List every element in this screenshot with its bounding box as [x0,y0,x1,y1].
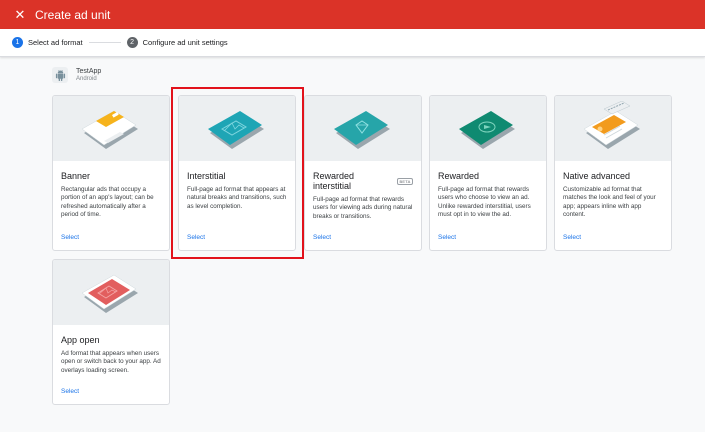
stepper: 1 Select ad format 2 Configure ad unit s… [0,29,705,57]
rewarded-interstitial-illustration [305,96,421,161]
step-connector [88,42,121,43]
app-platform: Android [76,76,97,82]
format-description: Rectangular ads that occupy a portion of… [61,186,154,219]
select-rewarded-interstitial-link[interactable]: Select [313,234,331,241]
step-label: Configure ad unit settings [142,38,228,47]
format-card-app-open[interactable]: App open Ad format that appears when use… [52,259,170,405]
app-name: TestApp [76,68,102,75]
select-app-open-link[interactable]: Select [61,388,79,395]
step-label: Select ad format [28,38,83,47]
step-number: 1 [12,37,23,48]
select-banner-link[interactable]: Select [61,234,79,241]
page-title: Create ad unit [35,7,111,22]
app-open-illustration [53,260,169,325]
format-title: Banner [61,171,91,181]
format-title: Native advanced [563,171,631,181]
app-identity: TestApp Android [52,67,101,83]
format-description: Full-page ad format that rewards users w… [438,186,531,219]
format-description: Ad format that appears when users open o… [61,350,161,374]
format-card-interstitial[interactable]: Interstitial Full-page ad format that ap… [178,95,296,251]
close-icon[interactable]: ✕ [13,7,27,22]
select-rewarded-link[interactable]: Select [438,234,456,241]
select-native-advanced-link[interactable]: Select [563,234,581,241]
format-description: Full-page ad format that rewards users f… [313,196,413,220]
android-icon [52,67,68,83]
select-interstitial-link[interactable]: Select [187,234,205,241]
format-description: Customizable ad format that matches the … [563,186,656,219]
banner-illustration [53,96,169,161]
format-title: Interstitial [187,171,226,181]
format-card-native-advanced[interactable]: Native advanced Customizable ad format t… [554,95,672,251]
format-card-banner[interactable]: Banner Rectangular ads that occupy a por… [52,95,170,251]
top-app-bar: ✕ Create ad unit [0,0,705,29]
beta-badge: BETA [397,177,413,185]
format-title: Rewarded interstitial [313,171,355,191]
rewarded-illustration [430,96,546,161]
format-card-rewarded-interstitial[interactable]: Rewarded interstitial BETA Full-page ad f… [304,95,422,251]
step-number: 2 [126,37,138,48]
format-title: Rewarded [438,171,480,181]
native-advanced-illustration [555,96,671,161]
step-configure-ad-unit[interactable]: 2 Configure ad unit settings [126,37,228,48]
format-title: App open [61,335,100,345]
step-select-ad-format[interactable]: 1 Select ad format [12,37,83,48]
interstitial-illustration [179,96,295,161]
format-description: Full-page ad format that appears at natu… [187,186,287,210]
format-card-rewarded[interactable]: Rewarded Full-page ad format that reward… [429,95,547,251]
